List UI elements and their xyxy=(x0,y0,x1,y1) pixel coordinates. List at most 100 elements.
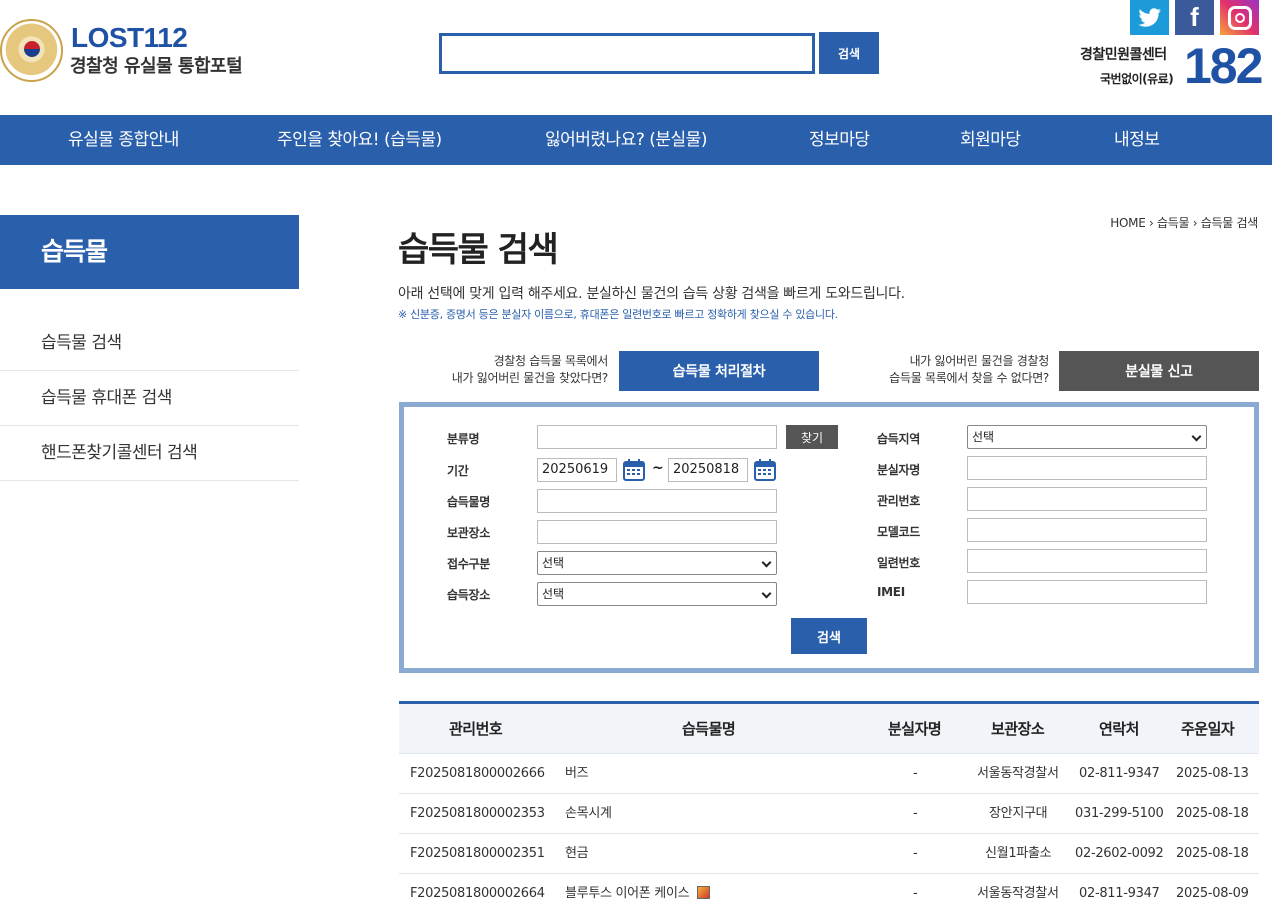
imei-label: IMEI xyxy=(877,585,905,599)
page-description: 아래 선택에 맞게 입력 해주세요. 분실하신 물건의 습득 상황 검색을 빠르… xyxy=(398,286,905,302)
facebook-icon[interactable]: f xyxy=(1175,0,1214,35)
instagram-icon[interactable] xyxy=(1220,0,1259,35)
header-storage: 보관장소 xyxy=(991,720,1045,738)
sidebar-item-found-search[interactable]: 습득물 검색 xyxy=(0,316,299,371)
cell-contact: 02-811-9347 xyxy=(1079,886,1160,901)
table-header: 관리번호 습득물명 분실자명 보관장소 연락처 주운일자 xyxy=(399,704,1259,754)
region-select[interactable]: 선택 xyxy=(967,425,1207,449)
imei-input[interactable] xyxy=(967,580,1207,604)
cell-item-name[interactable]: 블루투스 이어폰 케이스 xyxy=(565,874,711,910)
model-input[interactable] xyxy=(967,518,1207,542)
period-label: 기간 xyxy=(447,464,469,478)
cell-date: 2025-08-13 xyxy=(1176,766,1249,781)
category-input[interactable] xyxy=(537,425,777,449)
period-separator: ~ xyxy=(652,460,664,476)
cell-manage-no: F2025081800002666 xyxy=(410,766,545,781)
top-search-input[interactable] xyxy=(439,33,815,74)
manage-no-label: 관리번호 xyxy=(877,494,920,508)
cell-storage: 서울동작경찰서 xyxy=(977,886,1059,901)
found-process-button[interactable]: 습득물 처리절차 xyxy=(619,351,819,391)
page-title: 습득물 검색 xyxy=(398,230,559,270)
cell-item-name[interactable]: 현금 xyxy=(565,834,589,874)
table-row[interactable]: F2025081800002353 손목시계 - 장안지구대 031-299-5… xyxy=(399,794,1259,834)
cell-item-name-text[interactable]: 블루투스 이어폰 케이스 xyxy=(565,886,690,901)
header-contact: 연락처 xyxy=(1099,720,1139,738)
cell-contact: 02-2602-0092 xyxy=(1075,846,1164,861)
nav-item-found-items[interactable]: 주인을 찾아요! (습득물) xyxy=(277,115,442,165)
storage-input[interactable] xyxy=(537,520,777,544)
image-icon[interactable] xyxy=(697,886,711,899)
header-owner: 분실자명 xyxy=(888,720,942,738)
twitter-icon[interactable] xyxy=(1130,0,1169,35)
chevron-right-icon: › xyxy=(1149,216,1154,230)
cell-storage: 장안지구대 xyxy=(989,806,1048,821)
cell-manage-no: F2025081800002353 xyxy=(410,806,545,821)
guide-right-line1: 내가 잃어버린 물건을 경찰청 xyxy=(909,354,1050,368)
header-item-name: 습득물명 xyxy=(682,720,736,738)
cell-item-name[interactable]: 버즈 xyxy=(565,754,589,794)
found-place-select[interactable]: 선택 xyxy=(537,582,777,606)
cell-date: 2025-08-09 xyxy=(1176,886,1249,901)
breadcrumb-found[interactable]: 습득물 xyxy=(1157,216,1190,230)
receipt-type-select[interactable]: 선택 xyxy=(537,551,777,575)
header: LOST112 경찰청 유실물 통합포털 검색 f 경찰민원콜센터 국번없이(유… xyxy=(0,0,1272,115)
owner-input[interactable] xyxy=(967,456,1207,480)
model-label: 모델코드 xyxy=(877,525,920,539)
owner-label: 분실자명 xyxy=(877,463,920,477)
chevron-right-icon: › xyxy=(1192,216,1198,230)
cell-owner: - xyxy=(913,886,918,901)
nav-item-guide[interactable]: 유실물 종합안내 xyxy=(68,115,179,165)
period-from-input[interactable]: 20250619 xyxy=(537,458,617,482)
guide-right-line2: 습득물 목록에서 찾을 수 없다면? xyxy=(889,371,1049,385)
site-logo-title[interactable]: LOST112 xyxy=(71,22,188,54)
storage-label: 보관장소 xyxy=(447,526,490,540)
item-name-input[interactable] xyxy=(537,489,777,513)
manage-no-input[interactable] xyxy=(967,487,1207,511)
callcenter-subtitle: 국번없이(유료) xyxy=(1100,72,1174,86)
cell-owner: - xyxy=(913,806,918,821)
serial-input[interactable] xyxy=(967,549,1207,573)
main-navigation: 유실물 종합안내 주인을 찾아요! (습득물) 잃어버렸나요? (분실물) 정보… xyxy=(0,115,1272,165)
cell-date: 2025-08-18 xyxy=(1176,846,1249,861)
lost-report-button[interactable]: 분실물 신고 xyxy=(1059,351,1259,391)
cell-owner: - xyxy=(913,846,918,861)
cell-date: 2025-08-18 xyxy=(1176,806,1249,821)
item-name-label: 습득물명 xyxy=(447,495,490,509)
nav-item-info[interactable]: 정보마당 xyxy=(809,115,870,165)
cell-storage: 신월1파출소 xyxy=(985,846,1052,861)
site-logo-subtitle[interactable]: 경찰청 유실물 통합포털 xyxy=(70,52,243,78)
cell-manage-no: F2025081800002664 xyxy=(410,886,545,901)
guide-right-text: 내가 잃어버린 물건을 경찰청 습득물 목록에서 찾을 수 없다면? xyxy=(850,353,1049,387)
cell-item-name[interactable]: 손목시계 xyxy=(565,794,612,834)
calendar-icon[interactable] xyxy=(622,458,646,482)
form-search-button[interactable]: 검색 xyxy=(791,618,867,654)
region-label: 습득지역 xyxy=(877,432,920,446)
found-place-label: 습득장소 xyxy=(447,588,490,602)
cell-contact: 031-299-5100 xyxy=(1075,806,1164,821)
callcenter-number: 182 xyxy=(1184,38,1263,94)
police-emblem-logo[interactable] xyxy=(0,19,63,82)
category-label: 분류명 xyxy=(447,432,480,446)
table-row[interactable]: F2025081800002666 버즈 - 서울동작경찰서 02-811-93… xyxy=(399,754,1259,794)
header-manage-no: 관리번호 xyxy=(449,720,503,738)
top-search-button[interactable]: 검색 xyxy=(819,32,879,74)
calendar-icon[interactable] xyxy=(753,458,777,482)
receipt-type-label: 접수구분 xyxy=(447,557,490,571)
breadcrumb: HOME › 습득물 › 습득물 검색 xyxy=(1110,214,1258,231)
sidebar-item-phone-search[interactable]: 습득물 휴대폰 검색 xyxy=(0,371,299,426)
table-row[interactable]: F2025081800002664 블루투스 이어폰 케이스 - 서울동작경찰서… xyxy=(399,874,1259,910)
header-date: 주운일자 xyxy=(1181,720,1235,738)
breadcrumb-home[interactable]: HOME xyxy=(1110,216,1146,230)
nav-item-lost-items[interactable]: 잃어버렸나요? (분실물) xyxy=(545,115,707,165)
cell-owner: - xyxy=(913,766,918,781)
callcenter-title: 경찰민원콜센터 xyxy=(1080,47,1167,63)
sidebar-item-callcenter-search[interactable]: 핸드폰찾기콜센터 검색 xyxy=(0,426,299,481)
category-find-button[interactable]: 찾기 xyxy=(786,425,838,449)
period-to-input[interactable]: 20250818 xyxy=(668,458,748,482)
guide-left-line2: 내가 잃어버린 물건을 찾았다면? xyxy=(451,371,609,385)
table-row[interactable]: F2025081800002351 현금 - 신월1파출소 02-2602-00… xyxy=(399,834,1259,874)
nav-item-my-info[interactable]: 내정보 xyxy=(1114,115,1160,165)
serial-label: 일련번호 xyxy=(877,556,920,570)
nav-item-member[interactable]: 회원마당 xyxy=(960,115,1021,165)
cell-manage-no: F2025081800002351 xyxy=(410,846,545,861)
